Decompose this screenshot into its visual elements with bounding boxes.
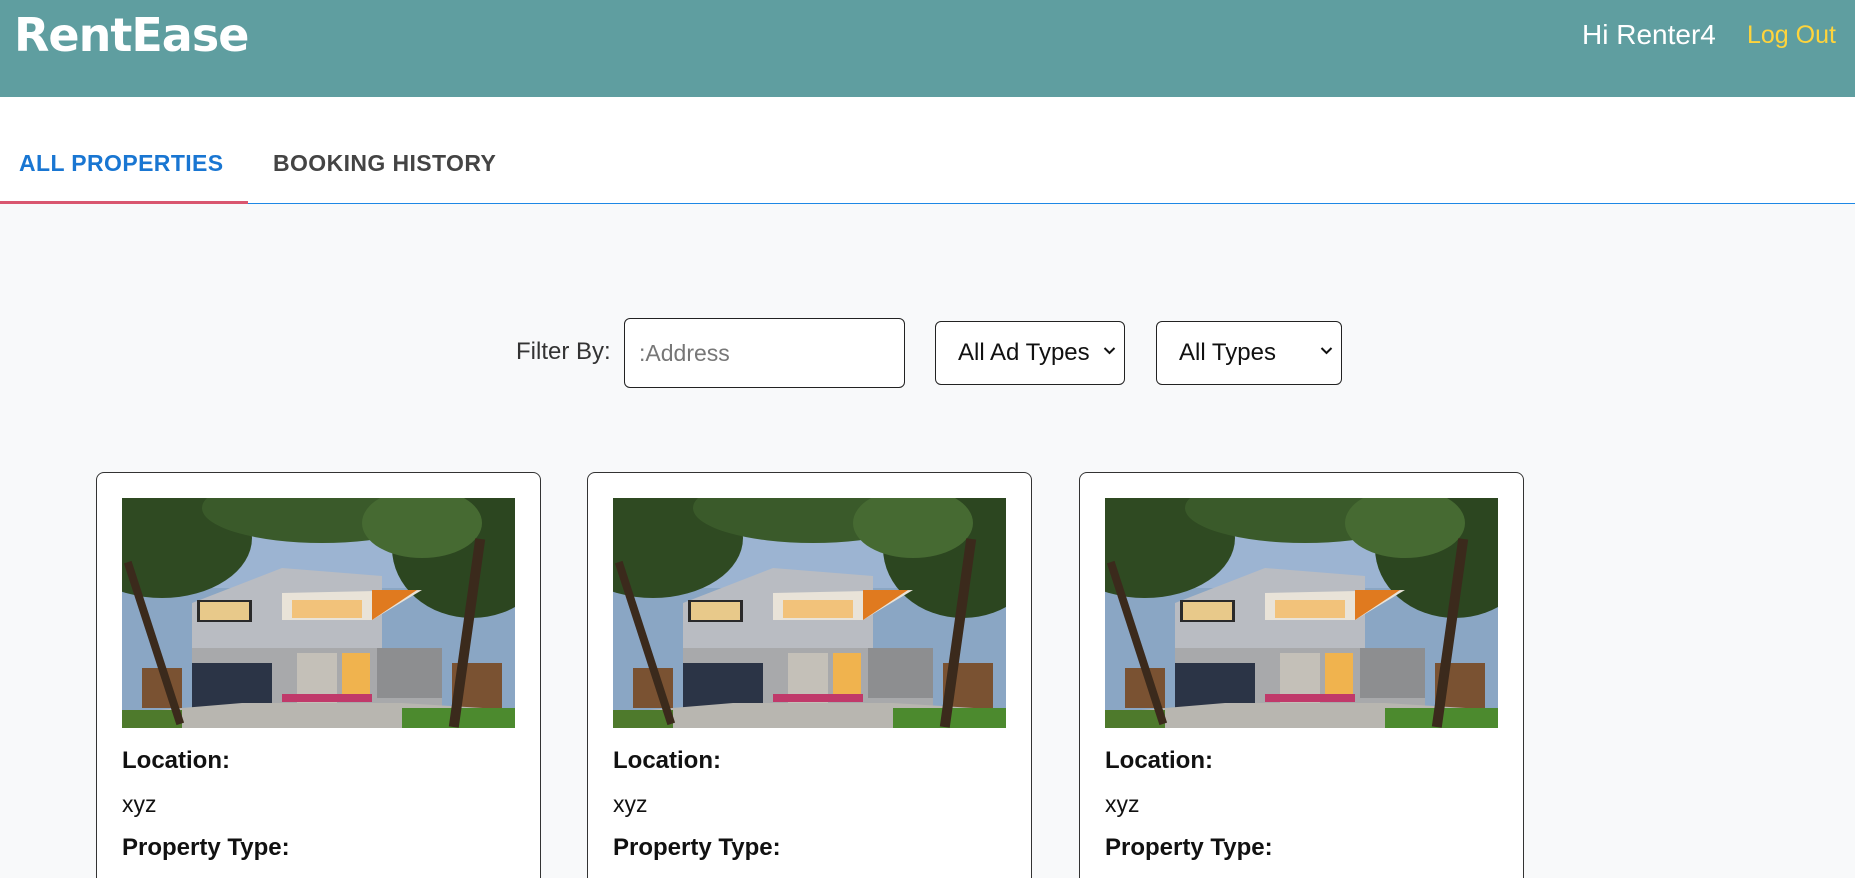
tab-bar: ALL PROPERTIES BOOKING HISTORY	[0, 97, 1855, 204]
property-card[interactable]: Location: xyz Property Type:	[587, 472, 1032, 878]
property-card[interactable]: Location: xyz Property Type:	[96, 472, 541, 878]
location-value: xyz	[122, 791, 157, 817]
property-type-label: Property Type:	[1105, 834, 1273, 861]
user-greeting: Hi Renter4	[1582, 19, 1716, 50]
chevron-down-icon	[1103, 347, 1116, 355]
location-value: xyz	[613, 791, 648, 817]
property-photo	[1105, 498, 1498, 728]
location-label: Location:	[1105, 747, 1213, 774]
property-type-select[interactable]: All Types	[1156, 321, 1342, 385]
ad-type-select[interactable]: All Ad Types	[935, 321, 1125, 385]
chevron-down-icon	[1320, 347, 1333, 355]
property-photo	[613, 498, 1006, 728]
property-card[interactable]: Location: xyz Property Type:	[1079, 472, 1524, 878]
property-type-label: Property Type:	[122, 834, 290, 861]
active-tab-indicator	[0, 201, 248, 204]
property-photo	[122, 498, 515, 728]
tab-booking-history[interactable]: BOOKING HISTORY	[273, 150, 496, 177]
tab-all-properties[interactable]: ALL PROPERTIES	[19, 150, 224, 177]
ad-type-selected-value: All Ad Types	[958, 339, 1090, 366]
top-navbar: RentEase Hi Renter4 Log Out	[0, 0, 1855, 97]
filter-label: Filter By:	[516, 338, 611, 365]
location-label: Location:	[122, 747, 230, 774]
address-filter-input[interactable]	[624, 318, 905, 388]
property-type-selected-value: All Types	[1179, 339, 1276, 366]
property-type-label: Property Type:	[613, 834, 781, 861]
brand-logo[interactable]: RentEase	[14, 8, 249, 62]
logout-link[interactable]: Log Out	[1747, 21, 1836, 50]
location-label: Location:	[613, 747, 721, 774]
location-value: xyz	[1105, 791, 1140, 817]
